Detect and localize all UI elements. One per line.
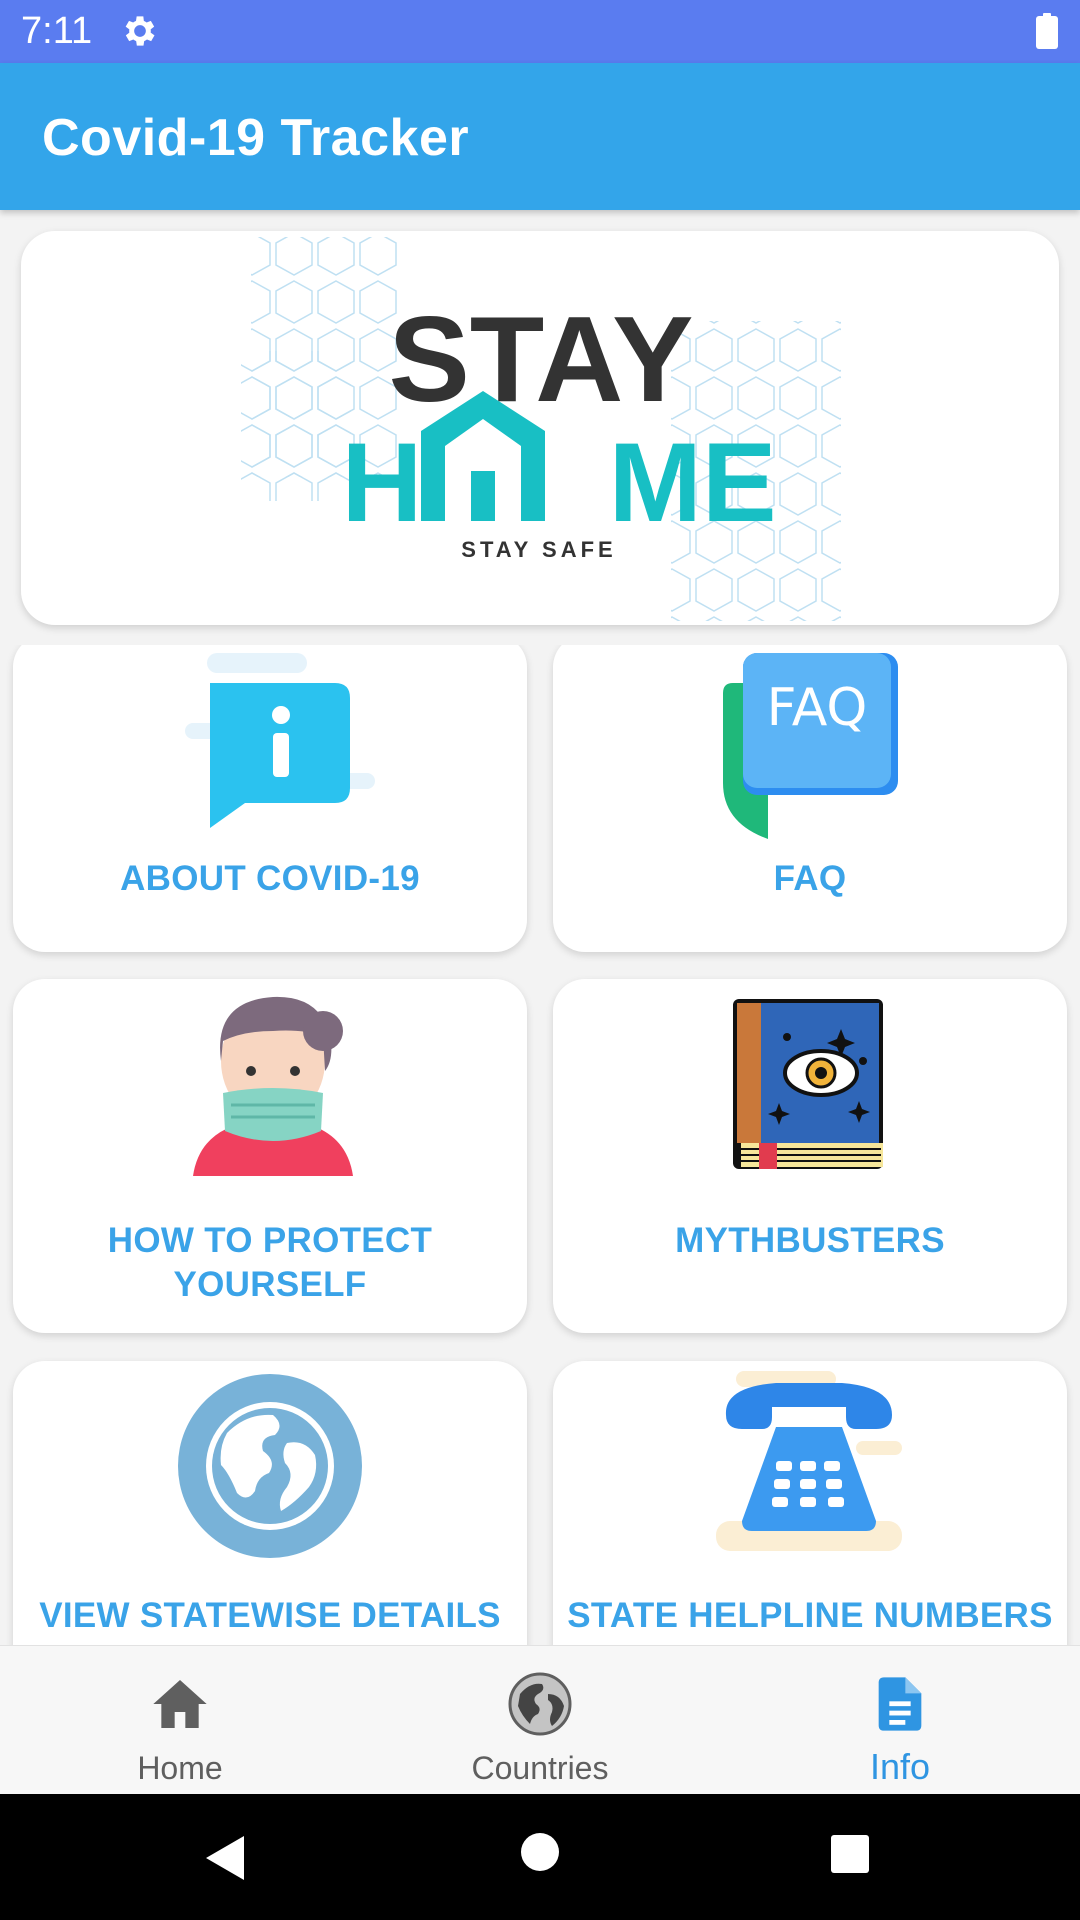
tile-protect-yourself[interactable]: HOW TO PROTECT YOURSELF bbox=[13, 979, 527, 1333]
tile-faq-label: FAQ bbox=[773, 859, 847, 898]
tile-about-covid-label: ABOUT COVID-19 bbox=[120, 859, 420, 898]
nav-item-home[interactable]: Home bbox=[0, 1646, 360, 1795]
status-time: 7:11 bbox=[21, 10, 93, 52]
home-circle-icon[interactable] bbox=[520, 1832, 560, 1872]
nav-item-countries[interactable]: Countries bbox=[360, 1646, 720, 1795]
battery-icon bbox=[1036, 13, 1058, 49]
tile-faq[interactable]: FAQ FAQ bbox=[553, 645, 1067, 952]
banner-home-me: ME bbox=[609, 420, 777, 545]
tile-mythbusters-label: MYTHBUSTERS bbox=[675, 1221, 945, 1260]
document-icon bbox=[878, 1677, 922, 1731]
svg-text:HOOME: HOOME bbox=[341, 420, 776, 545]
system-navigation-bar bbox=[0, 1794, 1080, 1920]
nav-label-home: Home bbox=[137, 1750, 223, 1786]
faq-chat-icon: FAQ bbox=[723, 653, 898, 839]
info-chat-icon bbox=[185, 653, 375, 828]
tile-about-covid[interactable]: ABOUT COVID-19 bbox=[13, 645, 527, 952]
tile-protect-label-line1: HOW TO PROTECT bbox=[107, 1221, 433, 1260]
banner-stay-safe-text: STAY SAFE bbox=[461, 537, 616, 562]
stay-home-illustration: STAY HOOME STAY SAFE bbox=[241, 237, 841, 621]
app-bar: Covid-19 Tracker bbox=[0, 63, 1080, 210]
tile-statewise-details[interactable]: VIEW STATEWISE DETAILS bbox=[13, 1361, 527, 1645]
banner-stay-text: STAY bbox=[388, 291, 693, 427]
back-icon[interactable] bbox=[204, 1834, 248, 1882]
mystery-book-icon bbox=[733, 999, 883, 1169]
gear-icon bbox=[125, 16, 155, 46]
tile-mythbusters[interactable]: MYTHBUSTERS bbox=[553, 979, 1067, 1333]
recents-icon[interactable] bbox=[830, 1834, 870, 1874]
bottom-navigation: Home Countries Info bbox=[0, 1645, 1080, 1794]
nav-label-info: Info bbox=[869, 1746, 931, 1787]
faq-icon-text: FAQ bbox=[767, 678, 868, 738]
nav-label-countries: Countries bbox=[471, 1750, 609, 1786]
telephone-icon bbox=[716, 1371, 902, 1551]
globe-icon bbox=[508, 1672, 572, 1736]
tile-helpline-label: STATE HELPLINE NUMBERS bbox=[567, 1596, 1053, 1635]
home-icon bbox=[153, 1680, 207, 1728]
info-grid: ABOUT COVID-19 FAQ FAQ HOW TO PROTECT YO… bbox=[0, 645, 1080, 1645]
app-title: Covid-19 Tracker bbox=[42, 109, 470, 167]
banner-home-h: H bbox=[341, 420, 422, 545]
globe-icon bbox=[178, 1374, 362, 1558]
masked-person-icon bbox=[193, 996, 353, 1176]
tile-statewise-label: VIEW STATEWISE DETAILS bbox=[39, 1596, 501, 1635]
stay-home-banner: STAY HOOME STAY SAFE bbox=[21, 231, 1059, 625]
tile-helpline-numbers[interactable]: STATE HELPLINE NUMBERS bbox=[553, 1361, 1067, 1645]
status-bar: 7:11 bbox=[0, 0, 1080, 63]
tile-protect-label-line2: YOURSELF bbox=[173, 1265, 367, 1304]
nav-item-info[interactable]: Info bbox=[720, 1646, 1080, 1795]
